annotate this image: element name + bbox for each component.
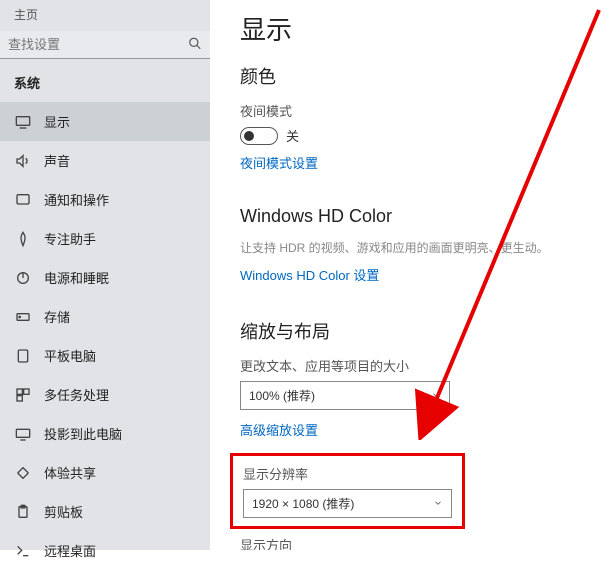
hd-settings-link[interactable]: Windows HD Color 设置 (240, 265, 379, 284)
sidebar-item-shared[interactable]: 体验共享 (0, 453, 210, 492)
hd-desc: 让支持 HDR 的视频、游戏和应用的画面更明亮、更生动。 (240, 239, 579, 257)
adv-scale-link[interactable]: 高级缩放设置 (240, 420, 318, 439)
scale-dropdown[interactable]: 100% (推荐) (240, 381, 450, 410)
sidebar-item-label: 投影到此电脑 (44, 424, 122, 443)
scale-value: 100% (推荐) (249, 387, 315, 404)
scale-label: 更改文本、应用等项目的大小 (240, 356, 579, 375)
night-mode-toggle-row: 关 (240, 126, 579, 145)
hd-title: Windows HD Color (240, 206, 579, 227)
share-icon (14, 464, 32, 482)
sidebar: 主页 系统 显示 声音 通知和操作 专注助手 (0, 0, 210, 550)
sound-icon (14, 152, 32, 170)
sidebar-item-sound[interactable]: 声音 (0, 141, 210, 180)
page-title: 显示 (240, 10, 579, 47)
display-icon (14, 113, 32, 131)
sidebar-item-label: 电源和睡眠 (44, 268, 109, 287)
resolution-dropdown[interactable]: 1920 × 1080 (推荐) (243, 489, 452, 518)
sidebar-item-tablet[interactable]: 平板电脑 (0, 336, 210, 375)
sidebar-item-label: 远程桌面 (44, 541, 96, 560)
resolution-label: 显示分辨率 (243, 464, 452, 483)
sidebar-item-power[interactable]: 电源和睡眠 (0, 258, 210, 297)
search-icon (188, 37, 202, 54)
notification-icon (14, 191, 32, 209)
night-mode-state: 关 (286, 126, 299, 145)
sidebar-item-focus[interactable]: 专注助手 (0, 219, 210, 258)
tablet-icon (14, 347, 32, 365)
sidebar-item-label: 通知和操作 (44, 190, 109, 209)
sidebar-item-label: 存储 (44, 307, 70, 326)
sidebar-item-label: 声音 (44, 151, 70, 170)
highlight-annotation: 显示分辨率 1920 × 1080 (推荐) (230, 453, 465, 529)
sidebar-item-multitask[interactable]: 多任务处理 (0, 375, 210, 414)
storage-icon (14, 308, 32, 326)
category-heading: 系统 (0, 69, 210, 102)
sidebar-item-display[interactable]: 显示 (0, 102, 210, 141)
sidebar-item-storage[interactable]: 存储 (0, 297, 210, 336)
sidebar-item-remote[interactable]: 远程桌面 (0, 531, 210, 570)
chevron-down-icon (433, 497, 443, 511)
sidebar-item-label: 体验共享 (44, 463, 96, 482)
sidebar-item-clipboard[interactable]: 剪贴板 (0, 492, 210, 531)
power-icon (14, 269, 32, 287)
multitask-icon (14, 386, 32, 404)
night-mode-label: 夜间模式 (240, 101, 579, 120)
resolution-value: 1920 × 1080 (推荐) (252, 495, 354, 512)
sidebar-item-label: 显示 (44, 112, 70, 131)
sidebar-item-label: 多任务处理 (44, 385, 109, 404)
chevron-down-icon (431, 389, 441, 403)
nav-list: 显示 声音 通知和操作 专注助手 电源和睡眠 存储 (0, 102, 210, 570)
toggle-knob (244, 131, 254, 141)
remote-icon (14, 542, 32, 560)
orientation-label: 显示方向 (240, 535, 579, 550)
color-section-title: 颜色 (240, 63, 579, 89)
home-label[interactable]: 主页 (0, 0, 210, 31)
night-mode-settings-link[interactable]: 夜间模式设置 (240, 153, 318, 172)
scale-title: 缩放与布局 (240, 318, 579, 344)
sidebar-item-project[interactable]: 投影到此电脑 (0, 414, 210, 453)
sidebar-item-notifications[interactable]: 通知和操作 (0, 180, 210, 219)
search-wrap (0, 31, 210, 59)
sidebar-item-label: 剪贴板 (44, 502, 83, 521)
content: 显示 颜色 夜间模式 关 夜间模式设置 Windows HD Color 让支持… (210, 0, 609, 550)
clipboard-icon (14, 503, 32, 521)
project-icon (14, 425, 32, 443)
night-mode-toggle[interactable] (240, 127, 278, 145)
focus-icon (14, 230, 32, 248)
sidebar-item-label: 专注助手 (44, 229, 96, 248)
search-input[interactable] (0, 31, 210, 59)
sidebar-item-label: 平板电脑 (44, 346, 96, 365)
